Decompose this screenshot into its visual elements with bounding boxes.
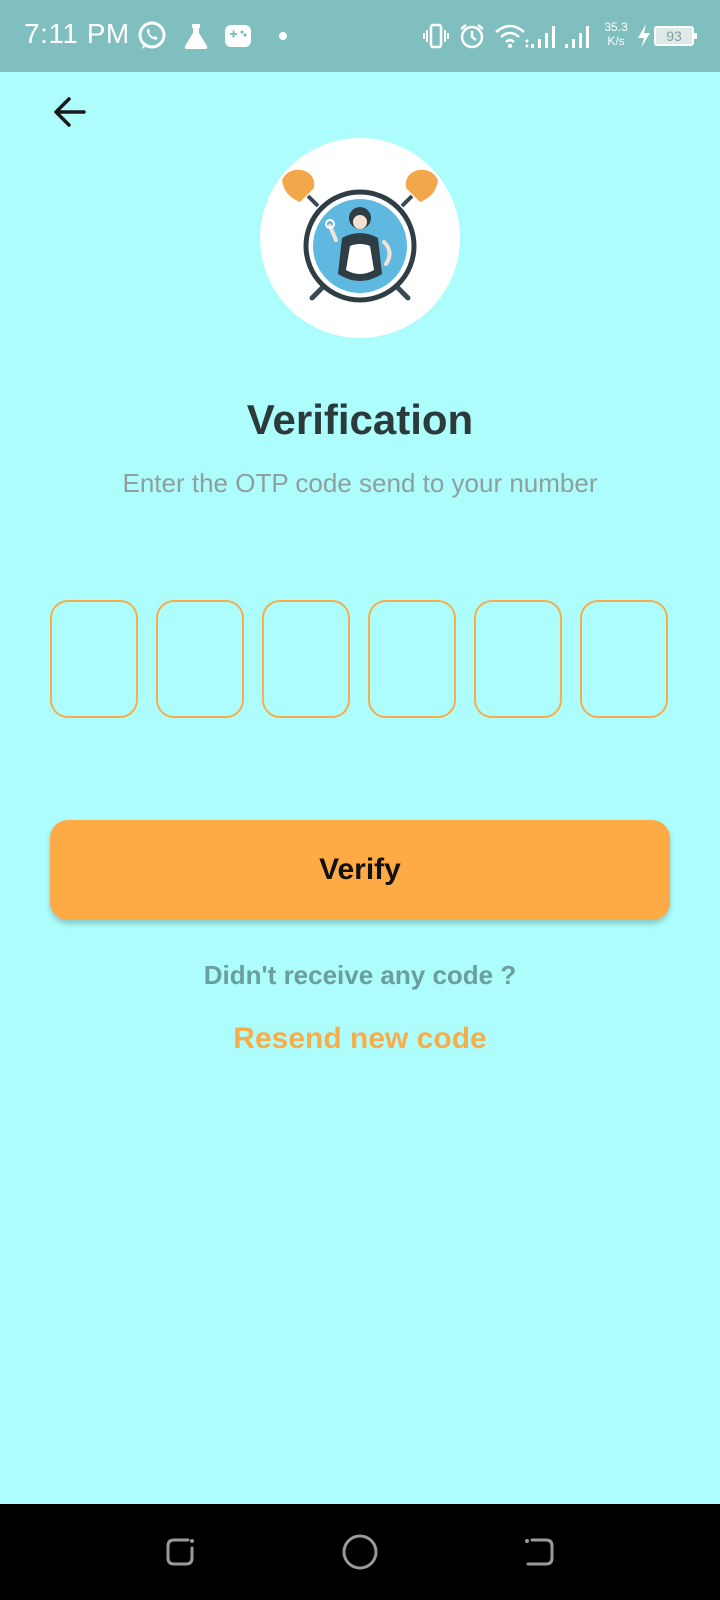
arrow-left-icon: [54, 97, 86, 127]
network-speed: 35.3 K/s: [596, 20, 636, 48]
otp-digit-3[interactable]: [262, 600, 350, 718]
otp-digit-4[interactable]: [368, 600, 456, 718]
back-button[interactable]: [50, 92, 98, 136]
network-speed-unit: K/s: [607, 34, 625, 48]
status-time: 7:11 PM: [24, 18, 130, 49]
signal-icon: [564, 18, 590, 54]
maid-logo: [260, 138, 460, 338]
recents-button[interactable]: [160, 1532, 200, 1572]
otp-digit-2[interactable]: [156, 600, 244, 718]
charging-icon: [636, 18, 652, 54]
system-nav-bar: [0, 1504, 720, 1600]
network-speed-value: 35.3: [604, 20, 628, 34]
resend-code-link[interactable]: Resend new code: [0, 1022, 720, 1056]
gamepad-icon: [224, 18, 252, 54]
status-bar: 7:11 PM 35.3 K/s 93: [0, 0, 720, 72]
no-code-text: Didn't receive any code ?: [203, 960, 517, 990]
page-subtitle: Enter the OTP code send to your number: [122, 468, 598, 498]
otp-digit-6[interactable]: [580, 600, 668, 718]
back-nav-icon: [525, 1538, 554, 1566]
wifi-icon: [494, 18, 530, 54]
whatsapp-icon: [136, 18, 168, 54]
dot-icon: [278, 18, 288, 54]
vibrate-icon: [422, 18, 450, 54]
flask-icon: [182, 18, 210, 54]
signal-icon: [530, 18, 556, 54]
battery-icon: 93: [654, 26, 697, 46]
recents-icon: [166, 1538, 194, 1566]
otp-digit-5[interactable]: [474, 600, 562, 718]
page-title: Verification: [246, 396, 474, 443]
home-button[interactable]: [340, 1532, 380, 1572]
verify-button[interactable]: Verify: [50, 820, 670, 920]
home-icon: [342, 1534, 378, 1570]
back-nav-button[interactable]: [520, 1532, 560, 1572]
alarm-icon: [458, 18, 486, 54]
otp-digit-1[interactable]: [50, 600, 138, 718]
